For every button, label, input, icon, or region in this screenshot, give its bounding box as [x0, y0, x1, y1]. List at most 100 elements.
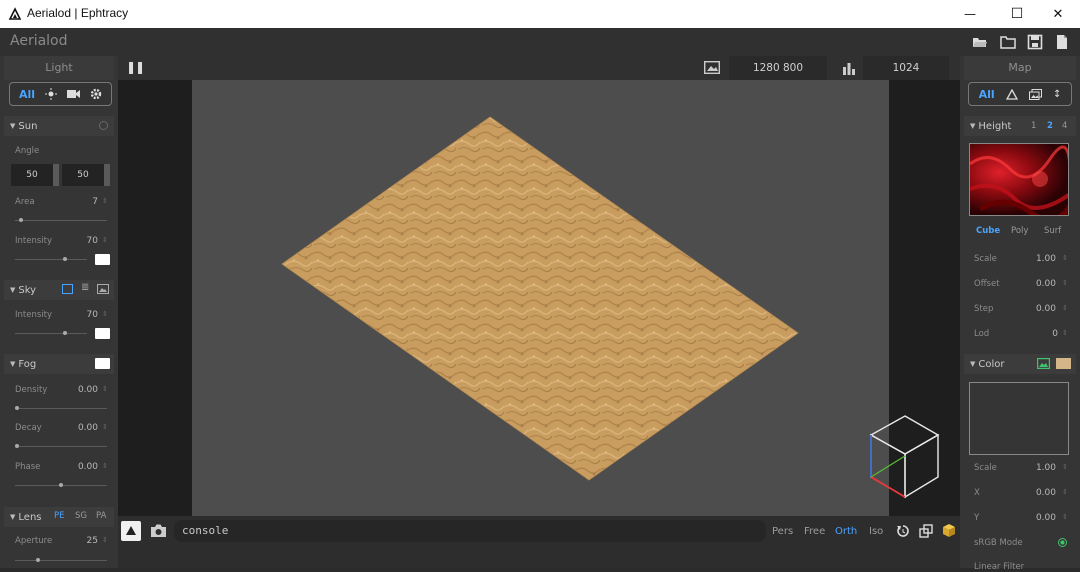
new-file-icon[interactable] [1054, 34, 1070, 50]
angle-b-field[interactable]: 50 [62, 164, 110, 186]
density-slider[interactable] [15, 406, 107, 410]
lens-mode-pe[interactable]: PE [54, 511, 65, 521]
lens-mode-sg[interactable]: SG [75, 511, 87, 521]
sun-intensity-slider[interactable] [15, 257, 87, 261]
sun-color-swatch[interactable] [95, 254, 110, 265]
render-view[interactable] [192, 80, 940, 516]
density-value[interactable]: 0.00 [68, 385, 98, 395]
shape-poly-tab[interactable]: Poly [1011, 226, 1028, 236]
map-filter-all-button[interactable]: All [979, 88, 995, 101]
view-iso-button[interactable]: Iso [869, 526, 883, 537]
density-spinner-icon[interactable]: ⇕ [102, 385, 108, 393]
sky-uniform-icon[interactable] [62, 284, 73, 294]
sun-intensity-knob[interactable] [63, 257, 68, 261]
orientation-cube-icon[interactable] [865, 413, 943, 503]
phase-slider[interactable] [15, 483, 107, 487]
offset-value[interactable]: 0.00 [1026, 279, 1056, 289]
sun-reset-icon[interactable] [99, 121, 108, 130]
phase-value[interactable]: 0.00 [68, 462, 98, 472]
minimize-button[interactable]: — [948, 0, 992, 28]
height-level-1[interactable]: 1 [1031, 121, 1036, 131]
area-value[interactable]: 7 [70, 197, 98, 207]
screenshot-camera-icon[interactable] [150, 523, 167, 538]
camera-video-icon[interactable] [67, 89, 81, 99]
view-free-button[interactable]: Free [804, 526, 825, 537]
render-image-icon[interactable] [704, 61, 720, 74]
area-slider-knob[interactable] [19, 218, 24, 222]
sun-intensity-value[interactable]: 70 [70, 236, 98, 246]
area-spinner-icon[interactable]: ⇕ [102, 197, 108, 205]
pause-icon[interactable]: ❚❚ [126, 60, 145, 74]
up-triangle-button[interactable] [121, 521, 141, 541]
offset-spinner-icon[interactable]: ⇕ [1062, 279, 1068, 287]
lens-section-header[interactable]: ▼ Lens PE SG PA [4, 507, 114, 527]
lens-mode-pa[interactable]: PA [96, 511, 106, 521]
fog-section-header[interactable]: ▼ Fog [4, 354, 114, 374]
sky-image-icon[interactable] [97, 284, 109, 294]
x-value[interactable]: 0.00 [1026, 488, 1056, 498]
aperture-slider[interactable] [15, 558, 107, 562]
lod-spinner-icon[interactable]: ⇕ [1062, 329, 1068, 337]
area-slider[interactable] [15, 218, 107, 222]
aperture-knob[interactable] [36, 558, 40, 562]
sort-arrows-icon[interactable]: ↕ [1053, 89, 1061, 100]
color-image-icon[interactable] [1037, 358, 1050, 369]
sun-icon[interactable] [45, 88, 58, 100]
sky-section-header[interactable]: ▼ Sky ≣ [4, 280, 114, 300]
shape-cube-tab[interactable]: Cube [976, 226, 1000, 236]
sky-color-swatch[interactable] [95, 328, 110, 339]
close-button[interactable]: ✕ [1036, 0, 1080, 28]
terrain-mountain-icon[interactable] [1005, 88, 1018, 100]
height-map-thumbnail[interactable] [969, 143, 1069, 216]
srgb-mode-toggle[interactable] [1058, 538, 1067, 547]
color-scale-spinner-icon[interactable]: ⇕ [1062, 463, 1068, 471]
save-icon[interactable] [1027, 34, 1043, 50]
phase-knob[interactable] [59, 483, 63, 487]
height-scale-value[interactable]: 1.00 [1026, 254, 1056, 264]
sky-intensity-slider[interactable] [15, 331, 87, 335]
open-folder-icon[interactable] [972, 34, 988, 50]
grid-layout-icon[interactable] [919, 524, 933, 538]
resolution-field[interactable]: 1280 800 [729, 56, 827, 80]
angle-a-field[interactable]: 50 [11, 164, 59, 186]
decay-spinner-icon[interactable]: ⇕ [102, 423, 108, 431]
decay-value[interactable]: 0.00 [68, 423, 98, 433]
decay-knob[interactable] [15, 444, 19, 448]
gear-icon[interactable] [90, 88, 102, 100]
console-input[interactable]: console [174, 520, 766, 542]
step-spinner-icon[interactable]: ⇕ [1062, 304, 1068, 312]
sun-section-header[interactable]: ▼ Sun [4, 116, 114, 136]
box-object-icon[interactable] [942, 523, 956, 538]
height-level-4[interactable]: 4 [1062, 121, 1067, 131]
density-knob[interactable] [15, 406, 19, 410]
filter-all-button[interactable]: All [19, 88, 35, 101]
bar-chart-icon[interactable] [842, 61, 856, 75]
reset-view-icon[interactable] [896, 524, 910, 538]
decay-slider[interactable] [15, 444, 107, 448]
aperture-value[interactable]: 25 [70, 536, 98, 546]
color-swatch[interactable] [1056, 358, 1071, 369]
phase-spinner-icon[interactable]: ⇕ [102, 462, 108, 470]
height-scale-spinner-icon[interactable]: ⇕ [1062, 254, 1068, 262]
folder-icon[interactable] [1000, 34, 1016, 50]
layers-image-icon[interactable] [1028, 88, 1042, 100]
view-pers-button[interactable]: Pers [772, 526, 793, 537]
height-section-header[interactable]: ▼ Height 1 2 4 [964, 116, 1076, 136]
y-value[interactable]: 0.00 [1026, 513, 1056, 523]
maximize-button[interactable]: ☐ [995, 0, 1039, 28]
step-value[interactable]: 0.00 [1026, 304, 1056, 314]
aperture-spinner-icon[interactable]: ⇕ [102, 536, 108, 544]
view-orth-button[interactable]: Orth [835, 526, 857, 537]
sky-intensity-value[interactable]: 70 [70, 310, 98, 320]
sample-count-field[interactable]: 1024 [863, 56, 949, 80]
lod-value[interactable]: 0 [1026, 329, 1058, 339]
color-scale-value[interactable]: 1.00 [1026, 463, 1056, 473]
x-spinner-icon[interactable]: ⇕ [1062, 488, 1068, 496]
sky-gradient-icon[interactable]: ≣ [81, 282, 89, 293]
sky-intensity-spinner-icon[interactable]: ⇕ [102, 310, 108, 318]
sun-intensity-spinner-icon[interactable]: ⇕ [102, 236, 108, 244]
shape-surf-tab[interactable]: Surf [1044, 226, 1061, 236]
height-level-2[interactable]: 2 [1047, 121, 1053, 131]
color-section-header[interactable]: ▼ Color [964, 354, 1076, 374]
color-map-thumbnail[interactable] [969, 382, 1069, 455]
